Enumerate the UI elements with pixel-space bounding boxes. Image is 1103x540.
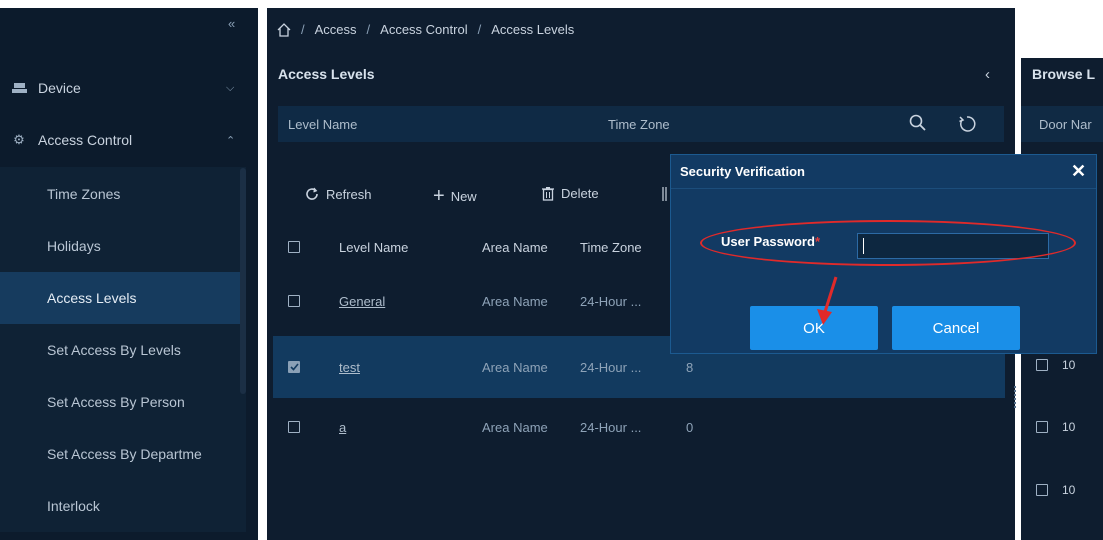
home-icon[interactable]: [277, 22, 291, 37]
chevron-left-icon[interactable]: ‹: [985, 66, 990, 83]
highlight-ellipse: [700, 220, 1076, 266]
door-value: 10: [1062, 483, 1076, 497]
search-row: Level Name Time Zone: [278, 106, 1004, 142]
count-cell: 0: [686, 419, 694, 435]
new-button[interactable]: + New: [433, 186, 477, 206]
delete-button[interactable]: Delete: [541, 186, 599, 201]
time-zone-cell: 24-Hour ...: [580, 419, 642, 435]
breadcrumb-separator: /: [366, 22, 371, 37]
table-row[interactable]: a Area Name 24-Hour ... 0: [273, 400, 1005, 454]
level-name-link[interactable]: a: [339, 400, 346, 454]
area-name-cell: Area Name: [482, 359, 548, 375]
sidebar-group-device[interactable]: Device ⌵: [0, 63, 246, 113]
delete-label: Delete: [561, 186, 599, 201]
list-item[interactable]: 10: [1036, 420, 1103, 434]
sidebar-group-label: Device: [38, 80, 81, 96]
breadcrumb-separator: /: [477, 22, 482, 37]
row-checkbox[interactable]: [1036, 484, 1048, 496]
refresh-button[interactable]: Refresh: [304, 186, 372, 202]
sidebar-item-holidays[interactable]: Holidays: [0, 220, 240, 272]
annotation-arrow-icon: [817, 276, 838, 325]
sidebar-scrollbar[interactable]: [240, 168, 246, 394]
breadcrumb-separator: /: [301, 22, 305, 37]
door-value: 10: [1062, 358, 1076, 372]
dialog-title: Security Verification: [680, 164, 805, 179]
reset-icon[interactable]: [956, 113, 978, 135]
gear-icon: ⚙: [13, 132, 25, 147]
chevron-up-icon: ⌃: [226, 134, 236, 147]
row-checkbox[interactable]: [1036, 421, 1048, 433]
time-zone-search-input[interactable]: Time Zone: [598, 106, 868, 142]
breadcrumb-item: Access Levels: [491, 22, 575, 37]
dialog-header: Security Verification ✕: [671, 155, 1096, 189]
list-item[interactable]: 10: [1036, 483, 1103, 497]
search-icon[interactable]: [908, 113, 928, 133]
door-value: 10: [1062, 420, 1076, 434]
sidebar-item-time-zones[interactable]: Time Zones: [0, 168, 240, 220]
panel-resize-handle[interactable]: [1014, 386, 1017, 408]
breadcrumb: / Access / Access Control / Access Level…: [277, 22, 574, 37]
select-all-checkbox[interactable]: [288, 220, 300, 274]
column-time-zone[interactable]: Time Zone: [580, 220, 642, 274]
more-actions-icon[interactable]: [662, 186, 668, 202]
level-name-search-input[interactable]: Level Name: [278, 106, 560, 142]
right-panel-title: Browse L: [1032, 66, 1096, 82]
breadcrumb-item[interactable]: Access: [315, 22, 357, 37]
trash-icon: [542, 187, 554, 201]
refresh-icon: [306, 187, 318, 200]
sidebar-item-access-levels[interactable]: Access Levels: [0, 272, 240, 324]
refresh-label: Refresh: [326, 186, 372, 202]
collapse-sidebar-icon[interactable]: «: [228, 16, 235, 31]
time-zone-cell: 24-Hour ...: [580, 359, 642, 375]
row-checkbox[interactable]: [288, 336, 300, 398]
device-icon: [11, 80, 27, 96]
sidebar-item-interlock[interactable]: Interlock: [0, 480, 240, 532]
area-name-cell: Area Name: [482, 293, 548, 309]
chevron-down-icon: ⌵: [226, 81, 235, 94]
door-name-search-input[interactable]: Door Nar: [1021, 106, 1103, 142]
sidebar-item-set-access-by-department[interactable]: Set Access By Departme: [0, 428, 240, 480]
column-area-name[interactable]: Area Name: [482, 220, 548, 274]
sidebar-item-set-access-by-person[interactable]: Set Access By Person: [0, 376, 240, 428]
cancel-button[interactable]: Cancel: [892, 306, 1020, 350]
sidebar-item-set-access-by-levels[interactable]: Set Access By Levels: [0, 324, 240, 376]
plus-icon: +: [433, 185, 445, 207]
door-name-label: Door Nar: [1039, 117, 1092, 132]
new-label: New: [450, 188, 477, 204]
column-level-name[interactable]: Level Name: [339, 220, 408, 274]
sidebar-group-access-control[interactable]: ⚙ Access Control ⌃: [0, 115, 246, 165]
close-icon[interactable]: ✕: [1071, 161, 1086, 182]
level-name-link[interactable]: General: [339, 274, 385, 328]
time-zone-cell: 24-Hour ...: [580, 293, 642, 309]
row-checkbox[interactable]: [288, 274, 300, 328]
row-checkbox[interactable]: [1036, 359, 1048, 371]
sidebar-group-label: Access Control: [38, 132, 133, 148]
level-name-link[interactable]: test: [339, 336, 360, 398]
list-item[interactable]: 10: [1036, 358, 1103, 372]
area-name-cell: Area Name: [482, 419, 548, 435]
row-checkbox[interactable]: [288, 400, 300, 454]
panel-title: Access Levels: [278, 66, 375, 82]
breadcrumb-item[interactable]: Access Control: [380, 22, 467, 37]
